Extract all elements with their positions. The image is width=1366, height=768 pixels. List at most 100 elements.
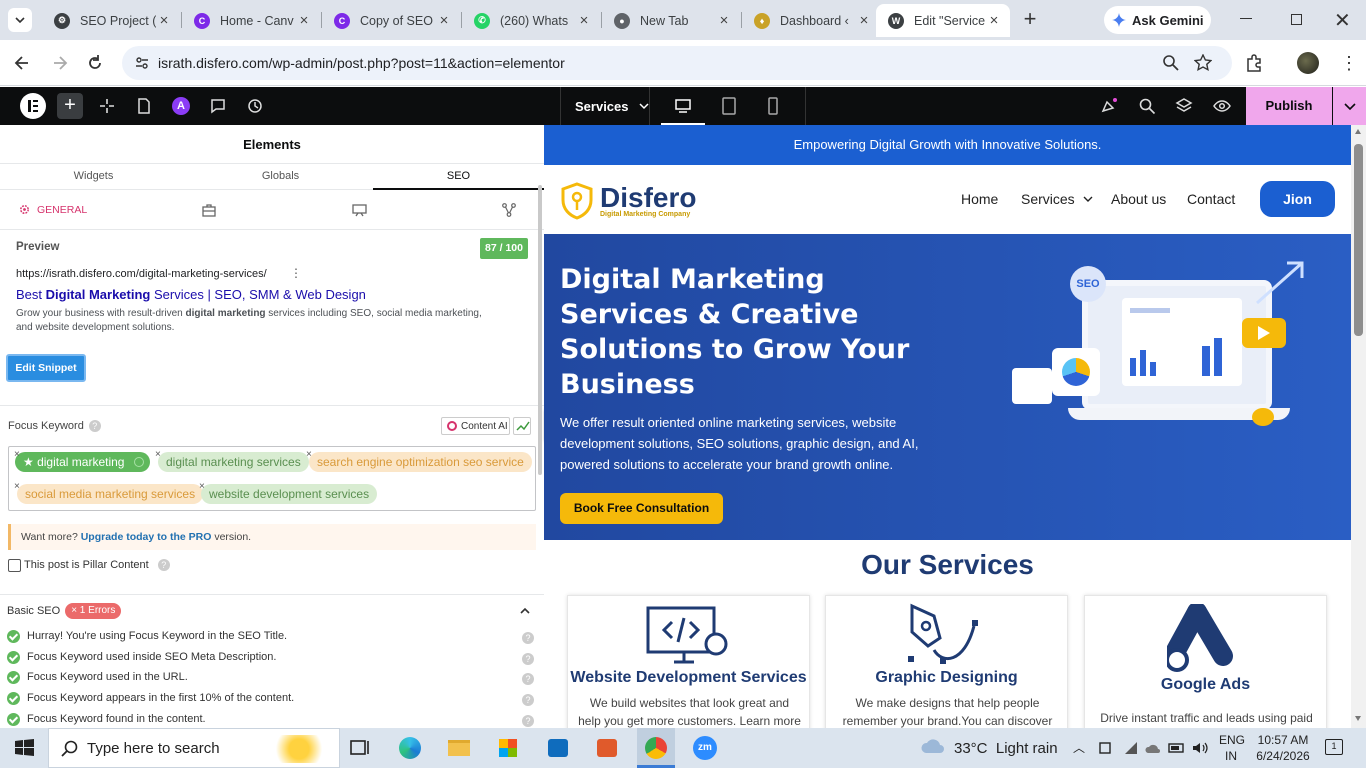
- history-icon[interactable]: [246, 97, 264, 115]
- keyword-tag[interactable]: search engine optimization seo service: [309, 452, 532, 472]
- network-icon[interactable]: [1124, 741, 1138, 755]
- join-button[interactable]: Jion: [1260, 181, 1335, 217]
- preview-scrollbar[interactable]: [1351, 125, 1366, 728]
- snippet-url-menu-icon[interactable]: ⋮: [290, 266, 302, 280]
- remove-keyword-icon[interactable]: ×: [155, 449, 161, 460]
- help-icon[interactable]: ?: [522, 715, 534, 727]
- chrome-taskbar-icon[interactable]: [637, 728, 675, 768]
- remove-keyword-icon[interactable]: ×: [199, 481, 205, 492]
- browser-tab[interactable]: ⚙ SEO Project ( ×: [42, 4, 180, 37]
- structure-layers-icon[interactable]: [1175, 97, 1193, 115]
- app-a-icon[interactable]: A: [172, 97, 190, 115]
- trends-button[interactable]: [513, 417, 531, 435]
- tab-globals[interactable]: Globals: [187, 170, 374, 182]
- close-tab-icon[interactable]: ×: [296, 12, 312, 29]
- zoom-icon[interactable]: [1162, 54, 1180, 72]
- nav-home[interactable]: Home: [961, 191, 998, 207]
- file-explorer-icon[interactable]: [443, 732, 475, 764]
- browser-tab[interactable]: ● New Tab ×: [602, 4, 740, 37]
- extensions-icon[interactable]: [1244, 53, 1264, 73]
- whats-new-icon[interactable]: [1100, 97, 1118, 115]
- restore-button[interactable]: [1291, 14, 1302, 25]
- site-logo[interactable]: Disfero Digital Marketing Company: [560, 181, 696, 221]
- onedrive-cloud-icon[interactable]: [1144, 742, 1162, 754]
- keyword-tag[interactable]: website development services: [201, 484, 378, 504]
- tab-widgets[interactable]: Widgets: [0, 170, 187, 182]
- keyword-tag[interactable]: digital marketing services: [158, 452, 309, 472]
- close-window-button[interactable]: ✕: [1334, 8, 1351, 33]
- reload-icon[interactable]: [85, 53, 105, 73]
- browser-tab[interactable]: C Copy of SEO ×: [322, 4, 460, 37]
- upgrade-link[interactable]: Upgrade today to the PRO: [81, 531, 212, 543]
- profile-avatar[interactable]: [1297, 52, 1319, 74]
- preview-eye-icon[interactable]: [1213, 97, 1231, 115]
- notes-icon[interactable]: [209, 97, 227, 115]
- briefcase-icon[interactable]: [202, 204, 216, 217]
- social-preview-icon[interactable]: [352, 204, 367, 217]
- close-tab-icon[interactable]: ×: [856, 12, 872, 29]
- clock[interactable]: 10:57 AM 6/24/2026: [1250, 732, 1316, 764]
- windows-start-icon[interactable]: [8, 732, 40, 764]
- site-settings-icon[interactable]: [98, 97, 116, 115]
- bookmark-star-icon[interactable]: [1194, 54, 1212, 72]
- service-card[interactable]: Website Development Services We build we…: [567, 595, 810, 728]
- publish-options-button[interactable]: [1333, 87, 1366, 125]
- close-tab-icon[interactable]: ×: [436, 12, 452, 29]
- video-app-icon[interactable]: [590, 732, 622, 764]
- close-tab-icon[interactable]: ×: [716, 12, 732, 29]
- pillar-content-checkbox[interactable]: [8, 559, 21, 572]
- search-icon[interactable]: [1138, 97, 1156, 115]
- help-icon[interactable]: ?: [157, 559, 170, 571]
- tab-search-button[interactable]: [8, 8, 32, 32]
- chevron-up-icon[interactable]: [519, 605, 531, 617]
- forward-icon[interactable]: [50, 53, 70, 73]
- remove-keyword-icon[interactable]: ×: [306, 449, 312, 460]
- close-tab-icon[interactable]: ×: [576, 12, 592, 29]
- keyword-tag[interactable]: social media marketing services: [17, 484, 204, 504]
- service-card[interactable]: Google Ads Drive instant traffic and lea…: [1084, 595, 1327, 728]
- close-tab-icon[interactable]: ×: [156, 12, 172, 29]
- remove-keyword-icon[interactable]: ×: [14, 449, 20, 460]
- url-bar[interactable]: israth.disfero.com/wp-admin/post.php?pos…: [122, 46, 1232, 80]
- browser-menu-icon[interactable]: ⋮: [1340, 54, 1358, 72]
- keyword-tag-primary[interactable]: ★ digital marketing: [15, 452, 151, 472]
- tab-seo[interactable]: SEO: [373, 170, 544, 182]
- nav-services[interactable]: Services: [1021, 191, 1093, 207]
- weather-widget[interactable]: 33°C Light rain: [920, 728, 1058, 768]
- device-desktop-button[interactable]: [661, 87, 705, 125]
- site-info-icon[interactable]: [134, 55, 150, 71]
- browser-tab-active[interactable]: W Edit "Service ×: [876, 4, 1010, 37]
- help-icon[interactable]: ?: [522, 632, 534, 644]
- tablet-icon[interactable]: [720, 97, 738, 115]
- snippet-title[interactable]: Best Digital Marketing Services | SEO, S…: [16, 287, 366, 302]
- browser-tab[interactable]: ✆ (260) Whats ×: [462, 4, 600, 37]
- page-settings-icon[interactable]: [135, 97, 153, 115]
- nav-contact[interactable]: Contact: [1187, 191, 1235, 207]
- task-view-icon[interactable]: [344, 732, 376, 764]
- tray-chevron-up-icon[interactable]: ︿: [1073, 739, 1085, 756]
- add-element-button[interactable]: +: [57, 93, 83, 119]
- volume-icon[interactable]: [1192, 741, 1208, 755]
- content-ai-button[interactable]: Content AI: [441, 417, 510, 435]
- book-consultation-button[interactable]: Book Free Consultation: [560, 493, 723, 524]
- publish-button[interactable]: Publish: [1246, 87, 1332, 125]
- new-tab-button[interactable]: +: [1018, 8, 1042, 32]
- mobile-icon[interactable]: [764, 97, 782, 115]
- keyword-input[interactable]: ★ digital marketing × digital marketing …: [8, 446, 536, 511]
- help-icon[interactable]: ?: [88, 420, 101, 432]
- language-indicator[interactable]: ENG IN: [1219, 732, 1245, 764]
- help-icon[interactable]: ?: [522, 653, 534, 665]
- taskbar-search-box[interactable]: Type here to search: [48, 728, 340, 768]
- mail-app-icon[interactable]: [541, 732, 573, 764]
- preview-scrollbar-thumb[interactable]: [1354, 144, 1363, 336]
- microsoft-store-icon[interactable]: [492, 732, 524, 764]
- remove-keyword-icon[interactable]: ×: [14, 481, 20, 492]
- basic-seo-header[interactable]: Basic SEO × 1 Errors: [7, 601, 537, 621]
- browser-tab[interactable]: C Home - Canv ×: [182, 4, 320, 37]
- tray-device-icon[interactable]: [1098, 741, 1112, 755]
- zoom-app-icon[interactable]: zm: [689, 732, 721, 764]
- seo-general-tab[interactable]: GENERAL: [18, 203, 87, 216]
- service-card[interactable]: Graphic Designing We make designs that h…: [825, 595, 1068, 728]
- minimize-button[interactable]: [1240, 18, 1252, 19]
- help-icon[interactable]: ?: [522, 673, 534, 685]
